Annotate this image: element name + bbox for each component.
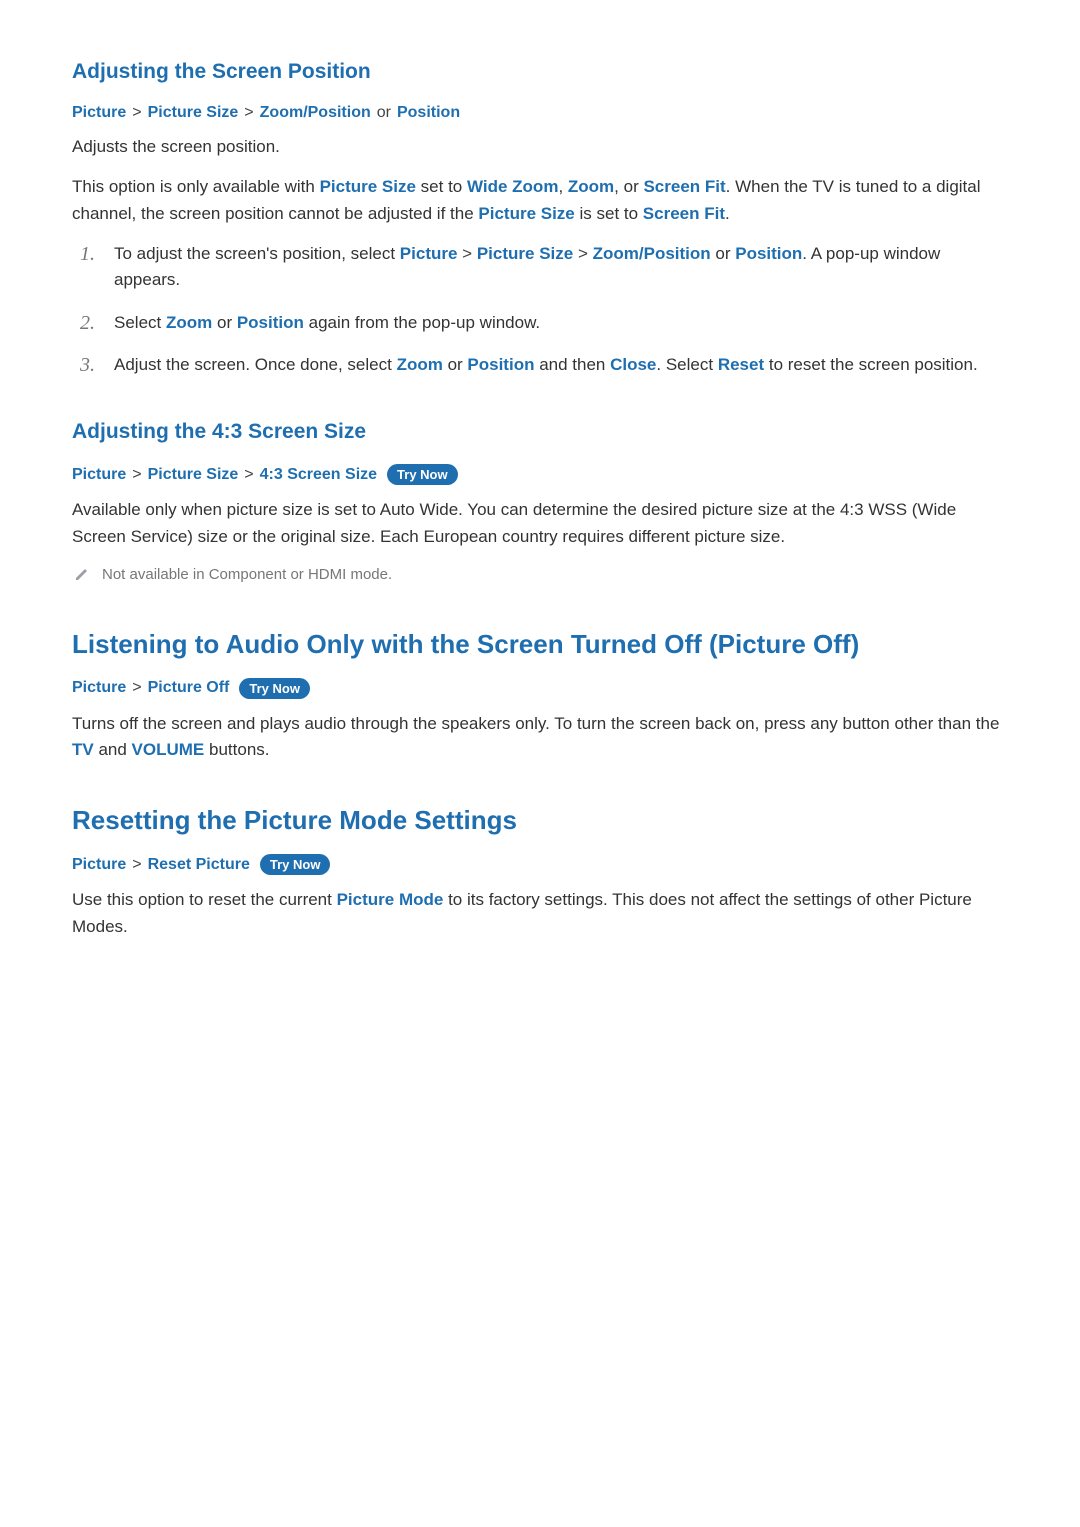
keyword-picture-size: Picture Size bbox=[320, 177, 416, 196]
keyword-picture-size: Picture Size bbox=[477, 244, 573, 263]
keyword-picture: Picture bbox=[400, 244, 458, 263]
chevron-right-icon: > bbox=[132, 104, 141, 122]
note-row: Not available in Component or HDMI mode. bbox=[74, 564, 1008, 587]
heading-adjusting-4-3: Adjusting the 4:3 Screen Size bbox=[72, 420, 1008, 444]
crumb-picture: Picture bbox=[72, 104, 126, 122]
try-now-badge[interactable]: Try Now bbox=[387, 464, 458, 485]
section-adjusting-screen-position: Adjusting the Screen Position Picture > … bbox=[72, 60, 1008, 378]
keyword-close: Close bbox=[610, 355, 656, 374]
chevron-right-icon: > bbox=[462, 244, 472, 263]
keyword-position: Position bbox=[467, 355, 534, 374]
list-item: To adjust the screen's position, select … bbox=[72, 241, 1008, 294]
paragraph: Turns off the screen and plays audio thr… bbox=[72, 711, 1008, 764]
crumb-picture: Picture bbox=[72, 679, 126, 697]
keyword-picture-size: Picture Size bbox=[478, 204, 574, 223]
crumb-4-3-screen-size: 4:3 Screen Size bbox=[260, 466, 377, 484]
chevron-right-icon: > bbox=[578, 244, 588, 263]
paragraph: Available only when picture size is set … bbox=[72, 497, 1008, 550]
section-listening-audio-only: Listening to Audio Only with the Screen … bbox=[72, 629, 1008, 764]
keyword-zoom: Zoom bbox=[568, 177, 614, 196]
keyword-screen-fit: Screen Fit bbox=[643, 177, 725, 196]
try-now-badge[interactable]: Try Now bbox=[239, 678, 310, 699]
note-text: Not available in Component or HDMI mode. bbox=[102, 564, 392, 587]
crumb-zoom-position: Zoom/Position bbox=[260, 104, 371, 122]
heading-adjusting-screen-position: Adjusting the Screen Position bbox=[72, 60, 1008, 84]
list-item: Adjust the screen. Once done, select Zoo… bbox=[72, 352, 1008, 378]
paragraph: This option is only available with Pictu… bbox=[72, 174, 1008, 227]
keyword-zoom: Zoom bbox=[166, 313, 212, 332]
section-adjusting-4-3-screen-size: Adjusting the 4:3 Screen Size Picture > … bbox=[72, 420, 1008, 586]
section-resetting-picture-mode: Resetting the Picture Mode Settings Pict… bbox=[72, 805, 1008, 940]
paragraph: Use this option to reset the current Pic… bbox=[72, 887, 1008, 940]
keyword-picture-mode: Picture Mode bbox=[337, 890, 444, 909]
crumb-or: or bbox=[377, 104, 391, 122]
heading-resetting-picture-mode: Resetting the Picture Mode Settings bbox=[72, 805, 1008, 836]
chevron-right-icon: > bbox=[132, 679, 141, 697]
list-item: Select Zoom or Position again from the p… bbox=[72, 310, 1008, 336]
keyword-wide-zoom: Wide Zoom bbox=[467, 177, 558, 196]
keyword-reset: Reset bbox=[718, 355, 764, 374]
breadcrumb: Picture > Reset Picture Try Now bbox=[72, 854, 1008, 875]
crumb-position: Position bbox=[397, 104, 460, 122]
try-now-badge[interactable]: Try Now bbox=[260, 854, 331, 875]
crumb-picture: Picture bbox=[72, 466, 126, 484]
breadcrumb: Picture > Picture Off Try Now bbox=[72, 678, 1008, 699]
paragraph: Adjusts the screen position. bbox=[72, 134, 1008, 160]
heading-listening-audio-only: Listening to Audio Only with the Screen … bbox=[72, 629, 1008, 660]
chevron-right-icon: > bbox=[244, 104, 253, 122]
chevron-right-icon: > bbox=[244, 466, 253, 484]
chevron-right-icon: > bbox=[132, 856, 141, 874]
crumb-picture-off: Picture Off bbox=[148, 679, 230, 697]
keyword-position: Position bbox=[735, 244, 802, 263]
crumb-reset-picture: Reset Picture bbox=[148, 856, 250, 874]
breadcrumb: Picture > Picture Size > 4:3 Screen Size… bbox=[72, 464, 1008, 485]
pencil-icon bbox=[74, 566, 88, 585]
keyword-screen-fit: Screen Fit bbox=[643, 204, 725, 223]
chevron-right-icon: > bbox=[132, 466, 141, 484]
crumb-picture-size: Picture Size bbox=[148, 104, 239, 122]
keyword-tv: TV bbox=[72, 740, 94, 759]
keyword-zoom-position: Zoom/Position bbox=[593, 244, 711, 263]
keyword-position: Position bbox=[237, 313, 304, 332]
crumb-picture-size: Picture Size bbox=[148, 466, 239, 484]
keyword-volume: VOLUME bbox=[132, 740, 205, 759]
keyword-zoom: Zoom bbox=[397, 355, 443, 374]
breadcrumb: Picture > Picture Size > Zoom/Position o… bbox=[72, 104, 1008, 122]
crumb-picture: Picture bbox=[72, 856, 126, 874]
ordered-list: To adjust the screen's position, select … bbox=[72, 241, 1008, 378]
